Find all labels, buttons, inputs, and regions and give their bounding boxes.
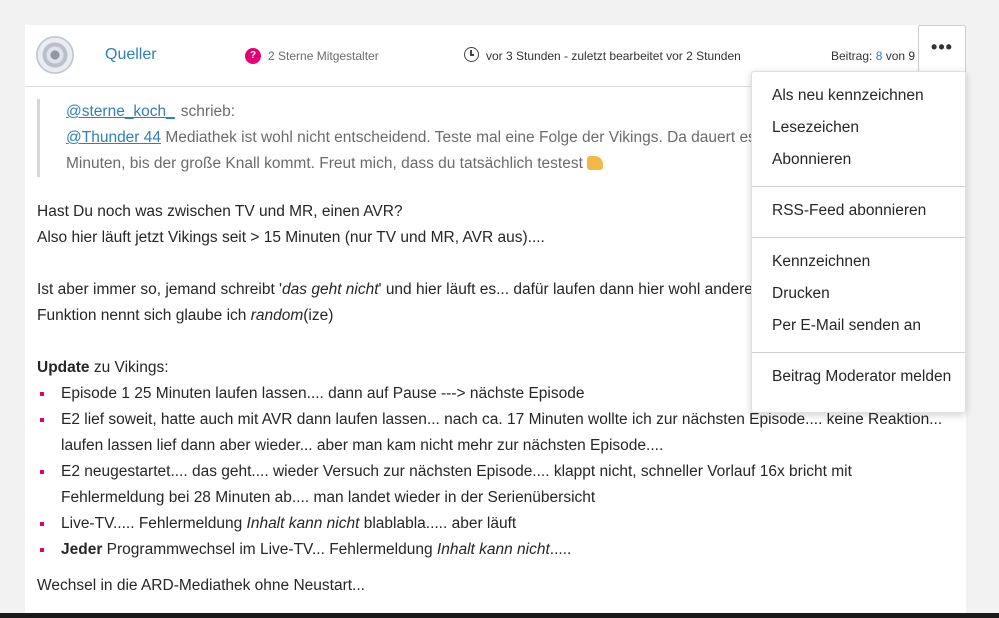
menu-group-1: Als neu kennzeichnen Lesezeichen Abonnie… — [752, 72, 965, 187]
quote-author-link[interactable]: @sterne_koch_ — [66, 103, 175, 120]
list-item: Jeder Programmwechsel im Live-TV... Fehl… — [37, 537, 957, 563]
post-count-number[interactable]: 8 — [876, 49, 883, 63]
item5-bold: Jeder — [61, 541, 103, 558]
p2-emphasis-2: random — [250, 307, 304, 324]
rank-label: 2 Sterne Mitgestalter — [268, 49, 379, 63]
list-item: E2 lief soweit, hatte auch mit AVR dann … — [37, 407, 957, 459]
quote-text: Mediathek ist wohl nicht entscheidend. T… — [66, 129, 756, 172]
update-bold: Update — [37, 359, 90, 376]
menu-item-report[interactable]: Beitrag Moderator melden — [752, 361, 965, 393]
p2-text-d: (ize) — [303, 307, 334, 324]
item5-text-a: Programmwechsel im Live-TV... Fehlermeld… — [102, 541, 437, 558]
item5-emphasis: Inhalt kann nicht — [436, 541, 550, 558]
menu-item-rss[interactable]: RSS-Feed abonnieren — [752, 195, 965, 227]
clock-icon — [464, 47, 479, 62]
menu-group-3: Kennzeichnen Drucken Per E-Mail senden a… — [752, 238, 965, 353]
menu-group-4: Beitrag Moderator melden — [752, 353, 965, 403]
post-timestamp: vor 3 Stunden - zuletzt bearbeitet vor 2… — [486, 49, 741, 63]
post-count-prefix: Beitrag: — [831, 49, 873, 63]
last-line: Wechsel in die ARD-Mediathek ohne Neusta… — [37, 577, 365, 594]
post-count: Beitrag: 8 von 9 — [831, 49, 915, 63]
bottom-bar — [0, 613, 999, 618]
options-dropdown-menu: Als neu kennzeichnen Lesezeichen Abonnie… — [751, 71, 966, 413]
menu-item-email[interactable]: Per E-Mail senden an — [752, 310, 965, 342]
thumbs-up-icon — [586, 156, 603, 170]
menu-group-2: RSS-Feed abonnieren — [752, 187, 965, 238]
p2-text-b: ' und hier läuft es... dafür laufen dann… — [378, 281, 753, 298]
post-count-suffix: von 9 — [885, 49, 916, 63]
rank-badge-icon: ? — [245, 48, 261, 64]
p2-emphasis: das geht nicht — [282, 281, 379, 298]
menu-item-print[interactable]: Drucken — [752, 278, 965, 310]
quote-block: @sterne_koch_ schrieb: @Thunder 44 Mediat… — [37, 99, 797, 177]
menu-item-flag[interactable]: Kennzeichnen — [752, 246, 965, 278]
avatar[interactable] — [36, 36, 74, 74]
mention-link[interactable]: @Thunder 44 — [66, 129, 161, 146]
author-link[interactable]: Queller — [105, 46, 157, 64]
update-rest: zu Vikings: — [89, 359, 169, 376]
p2-text-a: Ist aber immer so, jemand schreibt ' — [37, 281, 283, 298]
options-menu-button[interactable]: ••• — [918, 25, 966, 73]
item4-emphasis: Inhalt kann nicht — [246, 515, 360, 532]
item4-text-a: Live-TV..... Fehlermeldung — [61, 515, 247, 532]
item4-text-b: blablabla..... aber läuft — [359, 515, 517, 532]
quote-by-label: schrieb: — [180, 103, 236, 120]
menu-item-bookmark[interactable]: Lesezeichen — [752, 112, 965, 144]
menu-item-mark-new[interactable]: Als neu kennzeichnen — [752, 80, 965, 112]
list-item: Live-TV..... Fehlermeldung Inhalt kann n… — [37, 511, 957, 537]
p2-text-c: Funktion nennt sich glaube ich — [37, 307, 251, 324]
menu-item-subscribe[interactable]: Abonnieren — [752, 144, 965, 176]
item5-text-b: ..... — [549, 541, 572, 558]
list-item: E2 neugestartet.... das geht.... wieder … — [37, 459, 957, 511]
